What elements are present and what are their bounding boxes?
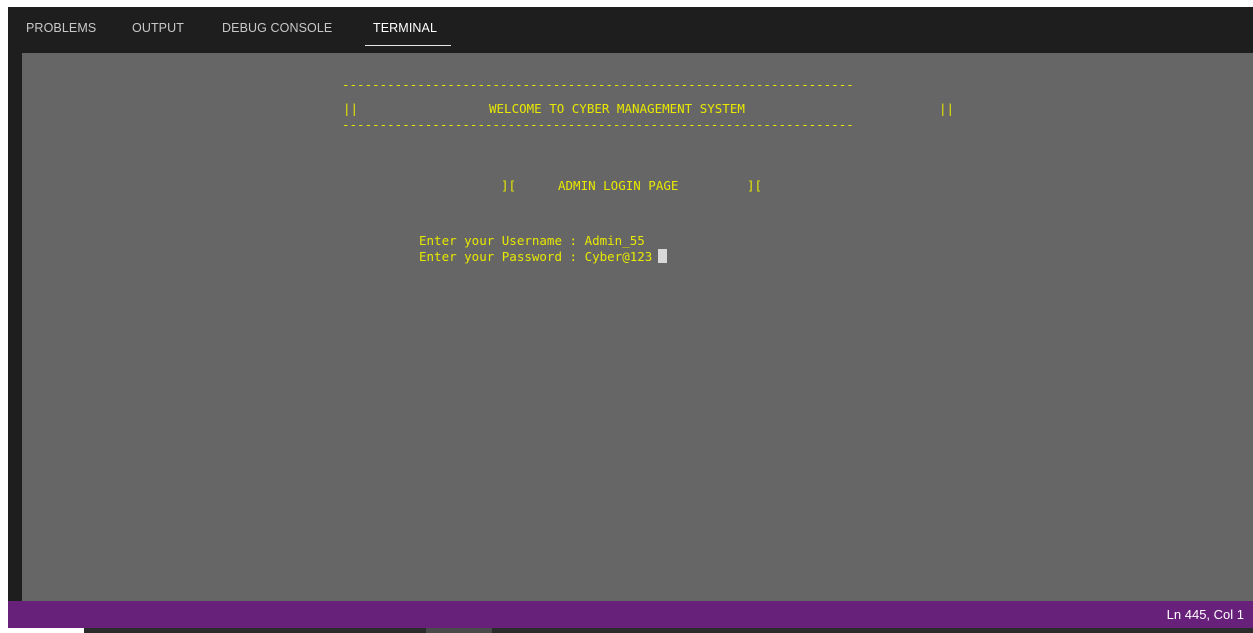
tab-terminal[interactable]: TERMINAL xyxy=(373,21,437,35)
terminal-cursor xyxy=(658,249,668,263)
admin-border-left: ][ xyxy=(501,178,517,193)
admin-border-right: ][ xyxy=(747,178,763,193)
terminal-output[interactable]: ----------------------------------------… xyxy=(22,53,1253,601)
username-prompt: Enter your Username : xyxy=(419,233,585,248)
bottom-panel: PROBLEMS OUTPUT DEBUG CONSOLE TERMINAL -… xyxy=(8,7,1253,601)
welcome-border-right: || xyxy=(939,101,955,116)
separator-bottom: ----------------------------------------… xyxy=(342,117,854,132)
tab-debug-console[interactable]: DEBUG CONSOLE xyxy=(222,21,332,35)
welcome-title: WELCOME TO CYBER MANAGEMENT SYSTEM xyxy=(489,101,745,116)
status-bar: Ln 445, Col 1 xyxy=(8,601,1253,628)
admin-login-title: ADMIN LOGIN PAGE xyxy=(558,178,679,193)
screen: PROBLEMS OUTPUT DEBUG CONSOLE TERMINAL -… xyxy=(0,0,1253,633)
welcome-border-left: || xyxy=(343,101,359,116)
active-tab-indicator xyxy=(365,45,451,46)
password-line: Enter your Password : Cyber@123 xyxy=(419,249,668,265)
separator-top: ----------------------------------------… xyxy=(342,77,854,92)
horizontal-scrollbar-track[interactable] xyxy=(84,628,1253,633)
tab-problems[interactable]: PROBLEMS xyxy=(26,21,96,35)
horizontal-scrollbar-thumb[interactable] xyxy=(426,628,492,633)
username-line: Enter your Username : Admin_55 xyxy=(419,233,645,249)
panel-tab-bar: PROBLEMS OUTPUT DEBUG CONSOLE TERMINAL xyxy=(8,7,1253,53)
tab-output[interactable]: OUTPUT xyxy=(132,21,184,35)
cursor-position[interactable]: Ln 445, Col 1 xyxy=(1167,607,1244,622)
password-value: Cyber@123 xyxy=(584,249,653,264)
username-value: Admin_55 xyxy=(584,233,645,248)
password-prompt: Enter your Password : xyxy=(419,249,585,264)
